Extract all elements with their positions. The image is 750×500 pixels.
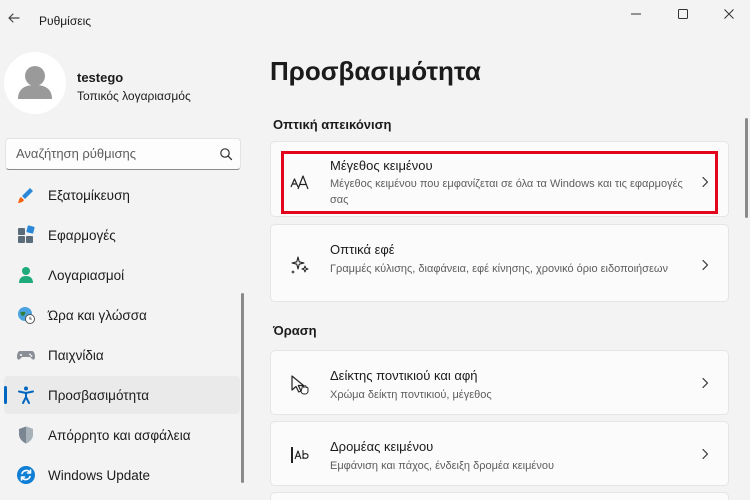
gamepad-icon xyxy=(17,351,35,360)
sparkle-icon xyxy=(291,256,309,274)
paintbrush-icon xyxy=(18,188,33,203)
page-title: Προσβασιμότητα xyxy=(270,56,481,86)
card-title: Οπτικά εφέ xyxy=(330,242,395,257)
sidebar-item-apps[interactable]: Εφαρμογές xyxy=(4,216,240,254)
card-description: Μέγεθος κειμένου που εμφανίζεται σε όλα … xyxy=(330,178,683,206)
arrow-left-icon xyxy=(8,13,20,23)
sidebar-item-label: Εξατομίκευση xyxy=(48,188,130,203)
sidebar-item-label: Λογαριασμοί xyxy=(48,268,125,283)
sidebar-item-label: Ώρα και γλώσσα xyxy=(48,308,147,323)
user-name: testego xyxy=(77,70,124,85)
person-icon xyxy=(19,267,33,283)
back-button[interactable] xyxy=(4,8,24,28)
mouse-pointer-icon xyxy=(291,375,309,395)
section-heading-vision: Όραση xyxy=(273,323,317,338)
chevron-right-icon xyxy=(702,377,709,389)
sidebar-item-accessibility[interactable]: Προσβασιμότητα xyxy=(4,376,240,414)
sidebar-item-label: Windows Update xyxy=(48,468,151,483)
sidebar-item-label: Προσβασιμότητα xyxy=(48,388,150,403)
sidebar-item-gaming[interactable]: Παιχνίδια xyxy=(4,336,240,374)
chevron-right-icon xyxy=(702,176,709,188)
accessibility-icon xyxy=(18,386,34,404)
maximize-icon xyxy=(678,9,688,19)
setting-card-mouse-pointer[interactable]: Δείκτης ποντικιού και αφή Χρώμα δείκτη π… xyxy=(270,350,729,415)
close-icon xyxy=(724,9,734,19)
avatar xyxy=(4,52,66,114)
sidebar-item-personalization[interactable]: Εξατομίκευση xyxy=(4,176,240,214)
text-size-icon xyxy=(290,175,309,190)
chevron-right-icon xyxy=(702,448,709,460)
globe-clock-icon xyxy=(18,307,35,324)
window-title: Ρυθμίσεις xyxy=(39,14,92,28)
card-description: Εμφάνιση και πάχος, ένδειξη δρομέα κειμέ… xyxy=(330,460,554,472)
selection-indicator xyxy=(4,386,7,404)
shield-icon xyxy=(19,426,33,444)
close-button[interactable] xyxy=(706,0,750,28)
minimize-icon xyxy=(631,13,641,15)
sidebar-item-label: Εφαρμογές xyxy=(48,228,116,243)
setting-card-text-size[interactable]: Μέγεθος κειμένου Μέγεθος κειμένου που εμ… xyxy=(270,141,729,217)
sidebar-item-time-language[interactable]: Ώρα και γλώσσα xyxy=(4,296,240,334)
maximize-button[interactable] xyxy=(660,0,706,28)
update-icon xyxy=(17,466,35,484)
setting-card-partial[interactable] xyxy=(270,492,729,500)
sidebar-item-windows-update[interactable]: Windows Update xyxy=(4,456,240,494)
card-title: Μέγεθος κειμένου xyxy=(330,158,433,173)
sidebar-item-privacy-security[interactable]: Απόρρητο και ασφάλεια xyxy=(4,416,240,454)
title-bar: Ρυθμίσεις xyxy=(0,0,750,40)
text-cursor-icon xyxy=(291,447,309,463)
chevron-right-icon xyxy=(702,259,709,271)
section-heading-visual: Οπτική απεικόνιση xyxy=(273,117,392,132)
sidebar-item-label: Απόρρητο και ασφάλεια xyxy=(48,428,191,443)
sidebar-nav: Εξατομίκευση Εφαρμογές Λογαριασμοί Ώρα κ… xyxy=(4,176,240,496)
sidebar-scrollbar[interactable] xyxy=(241,293,244,483)
search-box[interactable] xyxy=(5,138,241,170)
sidebar-item-accounts[interactable]: Λογαριασμοί xyxy=(4,256,240,294)
apps-icon xyxy=(18,225,35,243)
person-avatar-icon xyxy=(18,66,52,99)
card-title: Δρομέας κειμένου xyxy=(330,439,434,454)
search-input[interactable] xyxy=(16,146,206,161)
card-description: Γραμμές κύλισης, διαφάνεια, εφέ κίνησης,… xyxy=(330,263,668,275)
card-title: Δείκτης ποντικιού και αφή xyxy=(330,368,478,383)
setting-card-text-cursor[interactable]: Δρομέας κειμένου Εμφάνιση και πάχος, ένδ… xyxy=(270,421,729,486)
user-profile[interactable]: testego Τοπικός λογαριασμός xyxy=(4,52,234,116)
account-type: Τοπικός λογαριασμός xyxy=(77,89,191,103)
minimize-button[interactable] xyxy=(613,0,659,28)
sidebar-item-label: Παιχνίδια xyxy=(48,348,104,363)
card-description: Χρώμα δείκτη ποντικιού, μέγεθος xyxy=(330,389,492,401)
setting-card-visual-effects[interactable]: Οπτικά εφέ Γραμμές κύλισης, διαφάνεια, ε… xyxy=(270,224,729,302)
search-icon[interactable] xyxy=(219,147,233,161)
main-scrollbar[interactable] xyxy=(745,118,748,218)
